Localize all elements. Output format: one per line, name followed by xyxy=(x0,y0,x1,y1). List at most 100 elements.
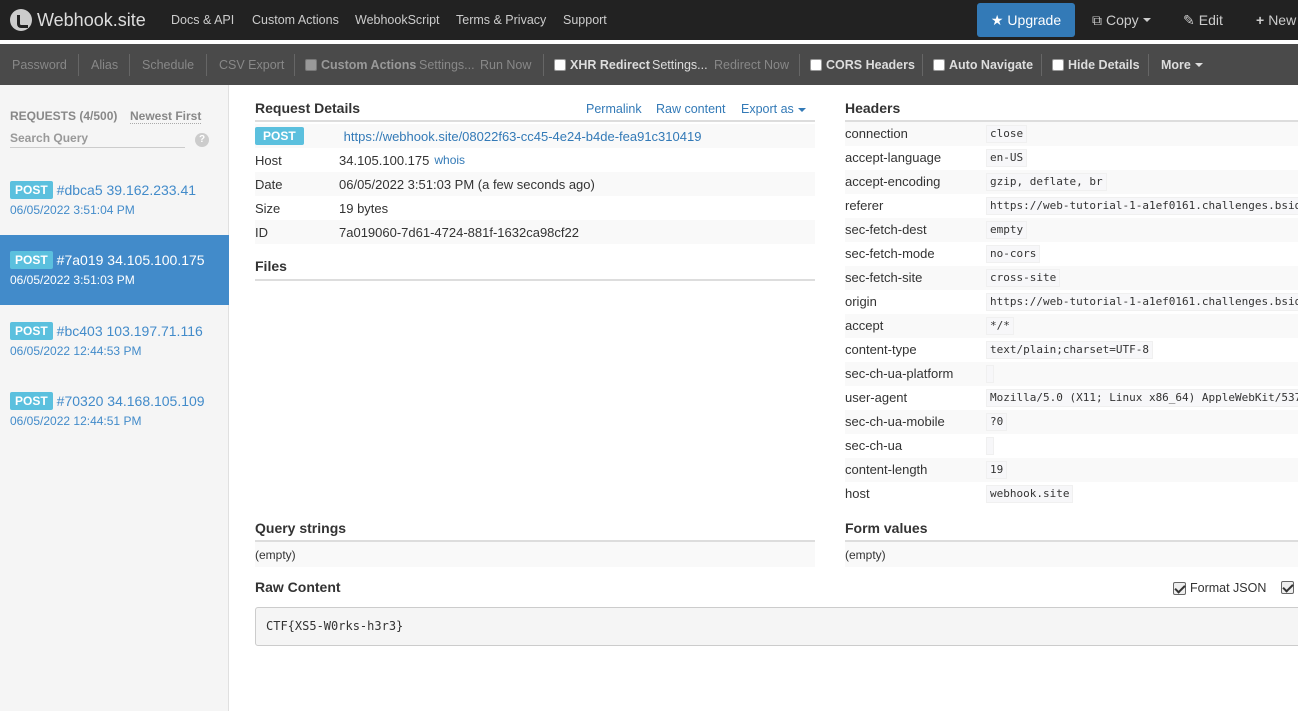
upgrade-label: Upgrade xyxy=(1007,12,1062,28)
method-badge: POST xyxy=(10,392,53,410)
xhr-redirect-toggle[interactable]: XHR Redirect xyxy=(554,44,650,85)
hide-details-toggle[interactable]: Hide Details xyxy=(1052,44,1140,85)
header-row: sec-ch-ua-platform xyxy=(845,362,1298,386)
custom-actions-checkbox[interactable] xyxy=(305,58,317,71)
sort-order-toggle[interactable]: Newest First xyxy=(130,109,202,124)
export-as-dropdown[interactable]: Export as xyxy=(741,102,806,116)
hide-details-checkbox[interactable] xyxy=(1052,58,1064,71)
custom-actions-settings[interactable]: Settings... xyxy=(419,44,475,85)
xhr-settings[interactable]: Settings... xyxy=(652,44,708,85)
header-key: content-type xyxy=(845,342,917,357)
header-value: gzip, deflate, br xyxy=(986,173,1107,191)
request-time: 06/05/2022 3:51:03 PM xyxy=(10,273,135,287)
request-time: 06/05/2022 3:51:04 PM xyxy=(10,203,135,217)
query-strings-title: Query strings xyxy=(255,520,347,536)
request-url-link[interactable]: https://webhook.site/08022f63-cc45-4e24-… xyxy=(344,129,702,144)
request-item[interactable]: POST #bc403 103.197.71.116 06/05/2022 12:… xyxy=(0,306,229,376)
header-row: content-type text/plain;charset=UTF-8 xyxy=(845,338,1298,362)
header-key: sec-fetch-site xyxy=(845,270,923,285)
host-value: 34.105.100.175 xyxy=(339,152,430,168)
word-wrap-toggle[interactable] xyxy=(1281,581,1298,594)
edit-label: Edit xyxy=(1198,12,1223,28)
upgrade-button[interactable]: ★ Upgrade xyxy=(977,3,1075,37)
form-values-title: Form values xyxy=(845,520,928,536)
star-icon: ★ xyxy=(990,11,1004,28)
header-row: sec-ch-ua xyxy=(845,434,1298,458)
word-wrap-checkbox[interactable] xyxy=(1281,581,1294,594)
date-label: Date xyxy=(255,176,283,192)
header-key: sec-ch-ua-mobile xyxy=(845,414,945,429)
top-navbar: Webhook.site Docs & API Custom Actions W… xyxy=(0,0,1298,40)
request-item[interactable]: POST #70320 34.168.105.109 06/05/2022 12:… xyxy=(0,376,229,446)
raw-content-link[interactable]: Raw content xyxy=(656,102,725,116)
cors-headers-checkbox[interactable] xyxy=(810,58,822,71)
nav-support[interactable]: Support xyxy=(563,0,607,40)
request-time: 06/05/2022 12:44:53 PM xyxy=(10,344,142,358)
header-row: origin https://web-tutorial-1-a1ef0161.ch… xyxy=(845,290,1298,314)
request-item[interactable]: POST #dbca5 39.162.233.41 06/05/2022 3:51… xyxy=(0,165,229,235)
divider xyxy=(294,54,295,76)
run-now-button[interactable]: Run Now xyxy=(480,44,531,85)
more-dropdown[interactable]: More xyxy=(1161,44,1203,85)
edit-icon: ✎ xyxy=(1183,11,1195,28)
header-value: close xyxy=(986,125,1028,143)
format-json-checkbox[interactable] xyxy=(1173,581,1186,595)
webhook-logo-icon xyxy=(10,9,32,31)
detail-host-row: Host 34.105.100.175 whois xyxy=(255,148,815,172)
header-row: sec-ch-ua-mobile ?0 xyxy=(845,410,1298,434)
auto-navigate-checkbox[interactable] xyxy=(933,58,945,71)
search-input[interactable]: Search Query xyxy=(10,131,185,148)
request-time: 06/05/2022 12:44:51 PM xyxy=(10,414,142,428)
header-value xyxy=(986,437,994,455)
divider xyxy=(1148,54,1149,76)
divider xyxy=(922,54,923,76)
divider xyxy=(78,54,79,76)
brand[interactable]: Webhook.site xyxy=(10,0,146,40)
auto-navigate-toggle[interactable]: Auto Navigate xyxy=(933,44,1033,85)
xhr-redirect-checkbox[interactable] xyxy=(554,58,566,71)
query-strings-value: (empty) xyxy=(255,542,815,567)
csv-export-button[interactable]: CSV Export xyxy=(219,44,284,85)
header-row: user-agent Mozilla/5.0 (X11; Linux x86_64… xyxy=(845,386,1298,410)
format-json-toggle[interactable]: Format JSON xyxy=(1173,581,1266,595)
format-json-label: Format JSON xyxy=(1190,581,1267,595)
nav-terms-privacy[interactable]: Terms & Privacy xyxy=(456,0,546,40)
header-value: */* xyxy=(986,317,1014,335)
new-button[interactable]: + New xyxy=(1256,0,1296,40)
copy-label: Copy xyxy=(1106,12,1139,28)
schedule-button[interactable]: Schedule xyxy=(142,44,194,85)
requests-sidebar: REQUESTS (4/500) Newest First Search Que… xyxy=(0,85,229,711)
header-key: sec-ch-ua-platform xyxy=(845,366,954,381)
copy-icon: ⧉ xyxy=(1092,11,1102,28)
id-value: 7a019060-7d61-4724-881f-1632ca98cf22 xyxy=(339,224,579,240)
nav-webhookscript[interactable]: WebhookScript xyxy=(355,0,440,40)
more-label: More xyxy=(1161,57,1191,72)
nav-docs-api[interactable]: Docs & API xyxy=(171,0,234,40)
header-key: sec-fetch-mode xyxy=(845,246,935,261)
header-value: webhook.site xyxy=(986,485,1074,503)
copy-button[interactable]: ⧉ Copy xyxy=(1092,0,1151,40)
settings-toolbar: Password Alias Schedule CSV Export Custo… xyxy=(0,44,1298,85)
header-key: sec-ch-ua xyxy=(845,438,903,453)
permalink-link[interactable]: Permalink xyxy=(586,102,642,116)
nav-custom-actions[interactable]: Custom Actions xyxy=(252,0,339,40)
edit-button[interactable]: ✎ Edit xyxy=(1183,0,1223,40)
chevron-down-icon xyxy=(797,107,806,112)
redirect-now-button[interactable]: Redirect Now xyxy=(714,44,789,85)
files-title: Files xyxy=(255,258,287,274)
header-key: connection xyxy=(845,126,908,141)
cors-headers-toggle[interactable]: CORS Headers xyxy=(810,44,915,85)
help-icon[interactable]: ? xyxy=(195,133,209,147)
whois-link[interactable]: whois xyxy=(434,153,465,167)
request-item-selected[interactable]: POST #7a019 34.105.100.175 06/05/2022 3:5… xyxy=(0,235,229,305)
request-id: #dbca5 39.162.233.41 xyxy=(56,182,197,198)
alias-button[interactable]: Alias xyxy=(91,44,118,85)
password-button[interactable]: Password xyxy=(12,44,67,85)
header-value: no-cors xyxy=(986,245,1041,263)
size-label: Size xyxy=(255,200,281,216)
header-row: accept-encoding gzip, deflate, br xyxy=(845,170,1298,194)
custom-actions-toggle[interactable]: Custom Actions xyxy=(305,44,416,85)
plus-icon: + xyxy=(1256,12,1265,28)
detail-id-row: ID 7a019060-7d61-4724-881f-1632ca98cf22 xyxy=(255,220,815,244)
date-value: 06/05/2022 3:51:03 PM (a few seconds ago… xyxy=(339,176,595,192)
